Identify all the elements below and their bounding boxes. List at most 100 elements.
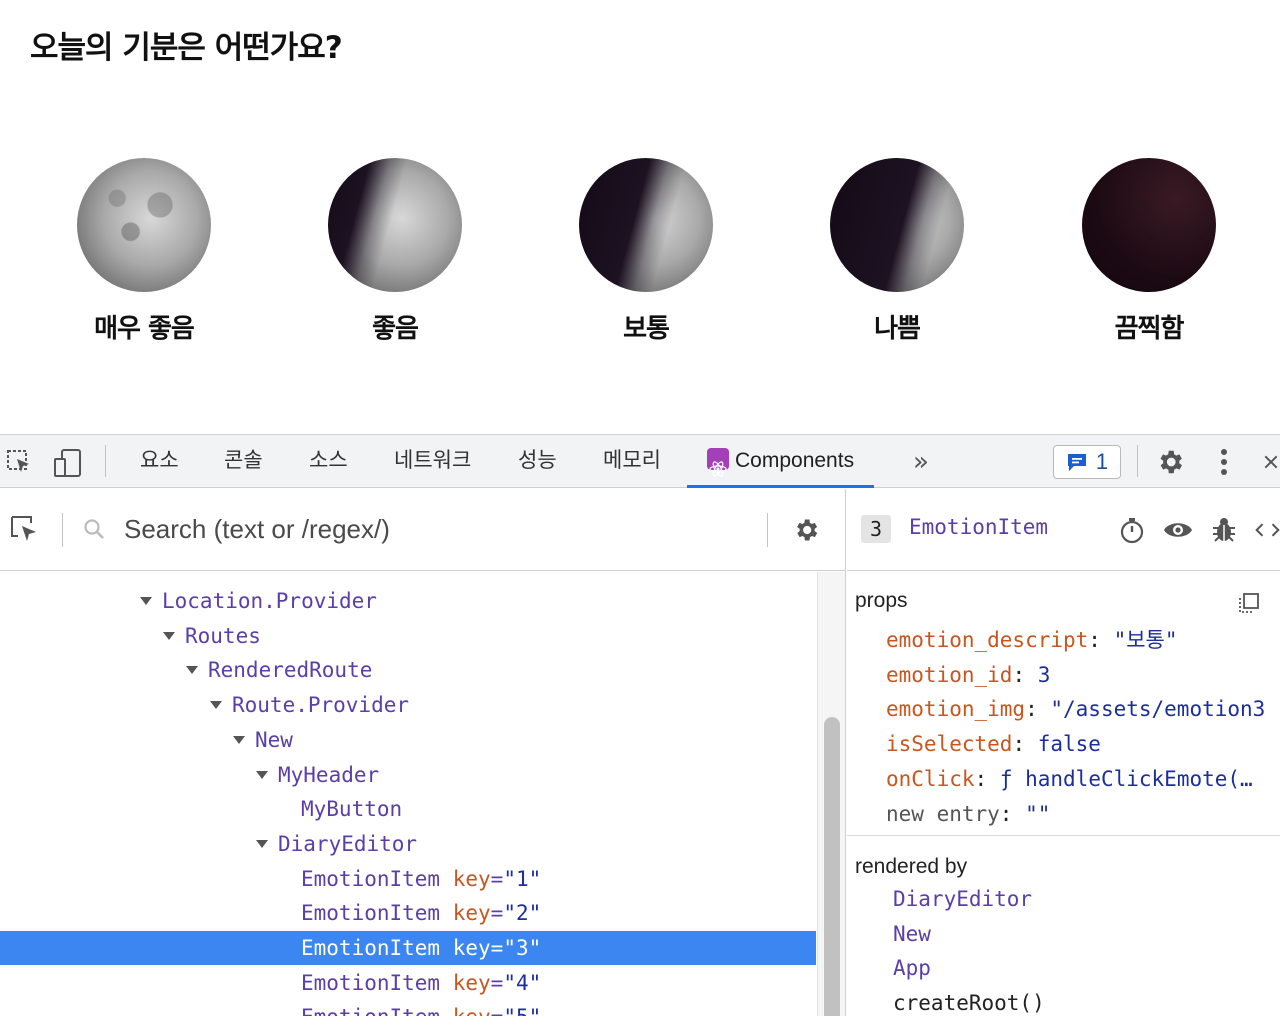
caret-down-icon[interactable] — [210, 701, 222, 710]
tab-elements[interactable]: 요소 — [140, 435, 179, 488]
tree-scrollbar[interactable] — [817, 572, 845, 1016]
kebab-menu-icon[interactable] — [1212, 446, 1236, 478]
emotion-item[interactable]: 매우 좋음 — [54, 158, 234, 348]
emotion-item[interactable]: 끔찍함 — [1059, 158, 1239, 348]
rendered-by-item[interactable]: createRoot() — [893, 986, 1045, 1016]
device-toolbar-icon[interactable] — [52, 447, 84, 479]
caret-down-icon[interactable] — [256, 770, 268, 779]
emotion-label: 보통 — [623, 314, 670, 344]
page-title: 오늘의 기분은 어떤가요? — [30, 30, 343, 66]
react-logo-icon — [707, 448, 729, 478]
prop-key: emotion_descript — [886, 628, 1089, 652]
prop-row[interactable]: emotion_descript: "보통" — [886, 623, 1178, 657]
prop-value[interactable]: "" — [1025, 802, 1050, 826]
chevron-double-right-icon[interactable]: » — [906, 445, 936, 479]
tab-console[interactable]: 콘솔 — [224, 435, 263, 488]
prop-value[interactable]: 3 — [1038, 663, 1051, 687]
tree-component-name: Routes — [185, 623, 261, 648]
prop-row[interactable]: new entry: "" — [886, 797, 1050, 831]
component-tree-panel: Location.Provider Routes RenderedRoute Rout… — [0, 489, 846, 1016]
tree-search-input[interactable] — [124, 511, 744, 547]
tree-row[interactable]: RenderedRoute — [0, 653, 816, 687]
tab-components-label: Components — [735, 449, 855, 472]
tree-row-emotion-item[interactable]: EmotionItem key="2" — [0, 896, 816, 930]
tree-row-emotion-item[interactable]: EmotionItem key="3" — [0, 931, 816, 965]
tree-row-emotion-item[interactable]: EmotionItem key="4" — [0, 966, 816, 1000]
caret-down-icon[interactable] — [233, 735, 245, 744]
moon-shadow — [830, 158, 964, 292]
tree-row[interactable]: MyButton — [0, 792, 816, 826]
tree-key-label: key — [452, 901, 491, 926]
issues-button[interactable]: 1 — [1053, 445, 1121, 479]
tree-row-emotion-item[interactable]: EmotionItem key="1" — [0, 862, 816, 896]
prop-colon: : — [1088, 628, 1114, 652]
prop-row[interactable]: emotion_img: "/assets/emotion3 — [886, 692, 1265, 726]
emotion-label: 나쁨 — [874, 314, 921, 344]
rendered-by-item[interactable]: New — [893, 917, 931, 951]
prop-row[interactable]: onClick: ƒ handleClickEmote(… — [886, 762, 1253, 796]
caret-down-icon[interactable] — [186, 666, 198, 675]
stopwatch-icon[interactable] — [1117, 515, 1147, 545]
caret-down-icon[interactable] — [256, 839, 268, 848]
emotion-item[interactable]: 좋음 — [305, 158, 485, 348]
moon-shadow — [77, 158, 211, 292]
tree-component-name: RenderedRoute — [208, 658, 373, 683]
tree-settings-gear-icon[interactable] — [790, 514, 822, 546]
tab-sources[interactable]: 소스 — [309, 435, 348, 488]
rendered-by-item[interactable]: App — [893, 951, 931, 985]
emotion-item[interactable]: 나쁨 — [807, 158, 987, 348]
prop-value[interactable]: false — [1038, 732, 1101, 756]
chat-icon — [1067, 454, 1086, 471]
moon-shadow — [328, 158, 462, 292]
moon-image — [1082, 158, 1216, 292]
prop-row[interactable]: emotion_id: 3 — [886, 658, 1050, 692]
tree-row[interactable]: DiaryEditor — [0, 827, 816, 861]
tab-memory[interactable]: 메모리 — [603, 435, 661, 488]
tree-scroll-thumb[interactable] — [824, 717, 840, 1016]
prop-value[interactable]: "보통" — [1114, 628, 1178, 652]
tree-row[interactable]: Route.Provider — [0, 688, 816, 722]
select-element-icon[interactable] — [8, 513, 40, 545]
prop-value[interactable]: "/assets/emotion3 — [1050, 697, 1265, 721]
tree-row[interactable]: Location.Provider — [0, 584, 816, 618]
prop-value[interactable]: ƒ handleClickEmote(… — [1000, 767, 1253, 791]
emotion-item[interactable]: 보통 — [556, 158, 736, 348]
copy-icon[interactable] — [1235, 589, 1263, 617]
tree-row[interactable]: New — [0, 723, 816, 757]
tree-component-name: EmotionItem — [301, 1005, 440, 1016]
tree-key-equals: = — [490, 866, 504, 891]
tree-row[interactable]: Routes — [0, 619, 816, 653]
tree-key-value: "1" — [503, 866, 542, 891]
tab-network[interactable]: 네트워크 — [394, 435, 471, 488]
prop-colon: : — [999, 801, 1026, 826]
rendered-by-item[interactable]: DiaryEditor — [893, 882, 1032, 916]
moon-image — [830, 158, 964, 292]
tab-performance[interactable]: 성능 — [518, 435, 557, 488]
prop-key: isSelected — [886, 732, 1013, 757]
prop-colon: : — [1012, 662, 1038, 687]
tree-row-emotion-item[interactable]: EmotionItem key="5" — [0, 1000, 816, 1016]
tree-key-label: key — [453, 1005, 491, 1016]
prop-row[interactable]: isSelected: false — [886, 727, 1101, 761]
view-source-icon[interactable] — [1255, 515, 1280, 545]
bug-icon[interactable] — [1209, 515, 1239, 545]
devtools-tabbar: 요소 콘솔 소스 네트워크 성능 메모리 Components » 1 — [0, 435, 1280, 488]
prop-key: onClick — [886, 766, 975, 791]
prop-colon: : — [1025, 697, 1051, 722]
gear-icon[interactable] — [1154, 446, 1186, 478]
eye-icon[interactable] — [1162, 515, 1194, 545]
close-icon[interactable] — [1262, 446, 1280, 478]
tree-key-value: "4" — [503, 970, 542, 995]
caret-down-icon[interactable] — [163, 631, 175, 640]
prop-colon: : — [1012, 732, 1038, 757]
tab-components[interactable]: Components — [687, 435, 875, 488]
inspect-element-icon[interactable] — [4, 447, 34, 477]
rendered-by-section-title: rendered by — [855, 855, 968, 878]
caret-down-icon[interactable] — [140, 597, 152, 605]
tree-key-label: key — [452, 970, 491, 995]
tree-row[interactable]: MyHeader — [0, 758, 816, 792]
